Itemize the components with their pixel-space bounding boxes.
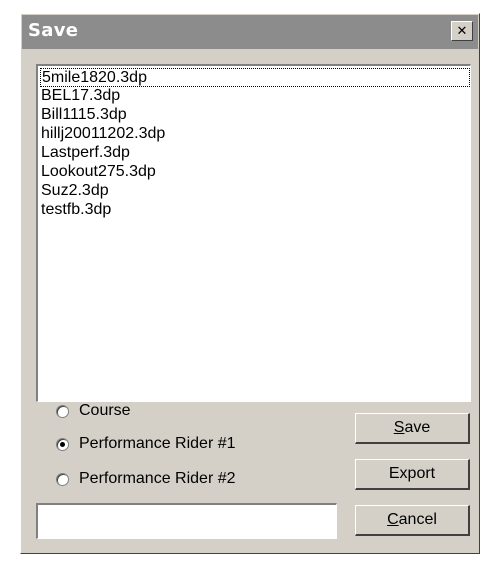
radio-course[interactable]: Course [56,400,131,422]
radio-label: Performance Rider #1 [79,435,236,452]
radio-dot [60,441,65,447]
title-bar[interactable]: Save ✕ [22,15,478,49]
save-dialog: Save ✕ 5mile1820.3dp BEL17.3dp Bill1115.… [20,13,480,554]
list-item[interactable]: 5mile1820.3dp [40,68,470,87]
close-button[interactable]: ✕ [451,21,473,41]
list-item[interactable]: hillj20011202.3dp [40,125,470,144]
radio-performance-rider-2[interactable]: Performance Rider #2 [56,468,236,490]
filename-input[interactable] [36,503,337,539]
close-icon: ✕ [456,23,468,39]
list-item[interactable]: Bill1115.3dp [40,106,470,125]
cancel-label-rest: ancel [398,511,437,528]
cancel-mnemonic: C [387,511,399,528]
list-item[interactable]: testfb.3dp [40,201,470,220]
save-label-rest: ave [404,419,431,436]
cancel-button[interactable]: Cancel [355,505,470,536]
list-item[interactable]: Lookout275.3dp [40,163,470,182]
window-title: Save [28,20,79,41]
export-label: Export [388,465,436,482]
radio-label: Performance Rider #2 [79,470,236,487]
file-list[interactable]: 5mile1820.3dp BEL17.3dp Bill1115.3dp hil… [36,64,471,402]
radio-unselected-icon[interactable] [56,472,69,486]
list-item[interactable]: BEL17.3dp [40,87,470,106]
radio-unselected-icon[interactable] [56,404,69,418]
radio-selected-icon[interactable] [56,437,69,451]
list-item[interactable]: Lastperf.3dp [40,144,470,163]
radio-performance-rider-1[interactable]: Performance Rider #1 [56,433,236,455]
save-button[interactable]: Save [355,413,470,444]
export-button[interactable]: Export [355,459,470,490]
radio-label: Course [79,402,131,419]
save-mnemonic: S [393,419,405,436]
list-item[interactable]: Suz2.3dp [40,182,470,201]
